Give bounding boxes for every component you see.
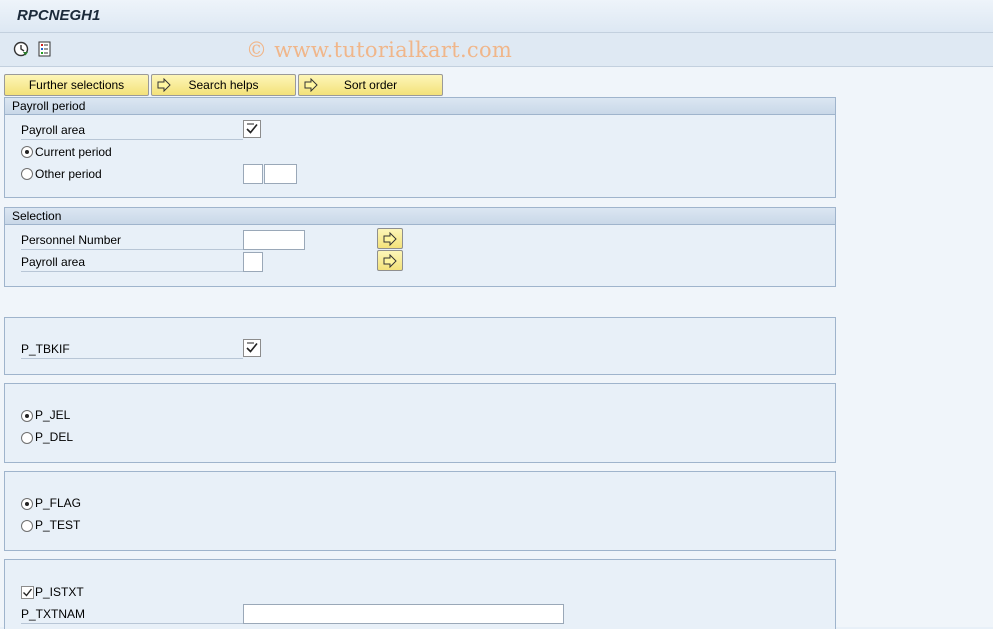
selection-payroll-area-label: Payroll area [21, 252, 243, 272]
flag-test-group: P_FLAG P_TEST [4, 471, 836, 551]
current-period-radio[interactable] [21, 146, 33, 158]
sort-order-label: Sort order [343, 78, 398, 92]
arrow-right-icon [383, 232, 397, 246]
watermark-text: © www.tutorialkart.com [246, 38, 513, 62]
jel-del-group: P_JEL P_DEL [4, 383, 836, 463]
p-txtnam-label: P_TXTNAM [21, 604, 243, 624]
p-flag-label: P_FLAG [35, 496, 82, 510]
application-toolbar: © www.tutorialkart.com [0, 33, 993, 67]
selection-title: Selection [5, 208, 835, 225]
payroll-period-title: Payroll period [5, 98, 835, 115]
search-helps-button[interactable]: Search helps [151, 74, 296, 96]
p-test-label: P_TEST [35, 518, 81, 532]
tbkif-group: P_TBKIF [4, 317, 836, 375]
other-period-radio[interactable] [21, 168, 33, 180]
p-tbkif-checkbox[interactable] [243, 339, 261, 357]
execute-icon[interactable] [12, 40, 30, 58]
title-bar: RPCNEGH1 [0, 0, 993, 33]
further-selections-button[interactable]: Further selections [4, 74, 149, 96]
current-period-label: Current period [35, 145, 112, 159]
selection-payroll-area-field[interactable] [243, 252, 263, 272]
selection-screen: Further selections Search helps Sort ord… [0, 67, 993, 629]
p-flag-radio[interactable] [21, 498, 33, 510]
arrow-right-icon [383, 254, 397, 268]
other-period-field-1[interactable] [243, 164, 263, 184]
selection-group: Selection Personnel Number Payroll area [4, 207, 836, 287]
other-period-label: Other period [35, 167, 102, 181]
payroll-period-group: Payroll period Payroll area Current peri… [4, 97, 836, 198]
istxt-group: P_ISTXT P_TXTNAM [4, 559, 836, 629]
personnel-number-multiple-selection-button[interactable] [377, 228, 403, 249]
further-selections-label: Further selections [28, 78, 125, 92]
p-jel-label: P_JEL [35, 408, 71, 422]
arrow-right-icon [157, 77, 171, 93]
personnel-number-field[interactable] [243, 230, 305, 250]
payroll-area-label: Payroll area [21, 120, 243, 140]
window-title: RPCNEGH1 [17, 7, 101, 24]
personnel-number-label: Personnel Number [21, 230, 243, 250]
p-test-radio[interactable] [21, 520, 33, 532]
p-del-label: P_DEL [35, 430, 74, 444]
payroll-area-multiple-selection-button[interactable] [377, 250, 403, 271]
other-period-field-2[interactable] [264, 164, 297, 184]
p-tbkif-label: P_TBKIF [21, 339, 243, 359]
p-del-radio[interactable] [21, 432, 33, 444]
p-jel-radio[interactable] [21, 410, 33, 422]
p-txtnam-field[interactable] [243, 604, 564, 624]
sort-order-button[interactable]: Sort order [298, 74, 443, 96]
payroll-area-checkbox[interactable] [243, 120, 261, 138]
arrow-right-icon [304, 77, 318, 93]
variant-icon[interactable] [36, 40, 54, 58]
p-istxt-label: P_ISTXT [35, 585, 84, 599]
p-istxt-checkbox[interactable] [21, 586, 34, 599]
search-helps-label: Search helps [188, 78, 259, 92]
